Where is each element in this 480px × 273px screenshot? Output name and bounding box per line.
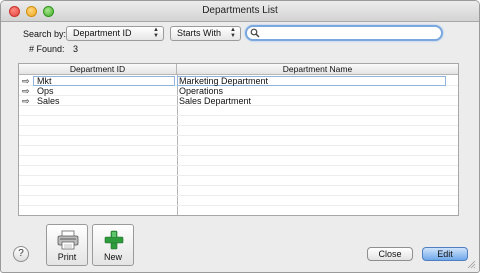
- column-header-department-id[interactable]: Department ID: [19, 64, 177, 75]
- print-button[interactable]: Print: [46, 224, 88, 266]
- right-arrow-icon[interactable]: ⇨: [22, 96, 30, 106]
- close-button[interactable]: Close: [367, 247, 413, 261]
- search-input[interactable]: [261, 27, 439, 39]
- department-id-cell[interactable]: Ops: [37, 86, 54, 96]
- search-field-select[interactable]: Department ID ▲ ▼: [66, 26, 164, 41]
- department-id-cell[interactable]: Sales: [37, 96, 60, 106]
- table-body: ⇨ Mkt Marketing Department ⇨ Ops Operati…: [19, 76, 458, 206]
- search-mode-select[interactable]: Starts With ▲ ▼: [170, 26, 241, 41]
- table-row-empty: [19, 166, 458, 176]
- printer-icon: [57, 230, 79, 250]
- new-button[interactable]: New: [92, 224, 134, 266]
- departments-table: Department ID Department Name ⇨ Mkt Mark…: [18, 63, 459, 216]
- new-label: New: [103, 252, 122, 262]
- table-row-empty: [19, 146, 458, 156]
- found-value: 3: [73, 44, 79, 54]
- edit-button[interactable]: Edit: [422, 247, 468, 261]
- departments-window: Departments List Search by: Department I…: [0, 0, 480, 273]
- table-row[interactable]: ⇨ Sales Sales Department: [19, 96, 458, 106]
- plus-icon: [104, 230, 124, 250]
- popup-arrows-icon: ▲ ▼: [230, 27, 236, 39]
- table-row-empty: [19, 186, 458, 196]
- column-header-department-name[interactable]: Department Name: [177, 64, 458, 75]
- selected-id-cell: [33, 76, 175, 86]
- table-row[interactable]: ⇨ Mkt Marketing Department: [19, 76, 458, 86]
- found-count: # Found: 3: [29, 44, 78, 54]
- table-row-empty: [19, 116, 458, 126]
- search-field[interactable]: [245, 25, 443, 41]
- search-field-value: Department ID: [73, 28, 132, 38]
- table-row-empty: [19, 136, 458, 146]
- help-button[interactable]: ?: [13, 246, 29, 262]
- department-name-cell[interactable]: Marketing Department: [179, 76, 268, 86]
- resize-grip-icon[interactable]: [467, 260, 476, 269]
- table-row-empty: [19, 156, 458, 166]
- found-label: # Found:: [29, 44, 65, 54]
- table-row-empty: [19, 176, 458, 186]
- popup-arrows-icon: ▲ ▼: [153, 27, 159, 39]
- search-by-label: Search by:: [23, 29, 67, 39]
- department-name-cell[interactable]: Sales Department: [179, 96, 251, 106]
- right-arrow-icon[interactable]: ⇨: [22, 76, 30, 86]
- search-icon: [250, 28, 260, 38]
- table-row[interactable]: ⇨ Ops Operations: [19, 86, 458, 96]
- table-row-empty: [19, 106, 458, 116]
- title-bar[interactable]: Departments List: [1, 1, 479, 22]
- print-label: Print: [57, 252, 77, 262]
- search-mode-value: Starts With: [177, 28, 222, 38]
- table-row-empty: [19, 196, 458, 206]
- department-id-cell[interactable]: Mkt: [37, 76, 52, 86]
- table-header: Department ID Department Name: [19, 64, 458, 75]
- right-arrow-icon[interactable]: ⇨: [22, 86, 30, 96]
- window-title: Departments List: [202, 5, 278, 16]
- department-name-cell[interactable]: Operations: [179, 86, 223, 96]
- table-row-empty: [19, 126, 458, 136]
